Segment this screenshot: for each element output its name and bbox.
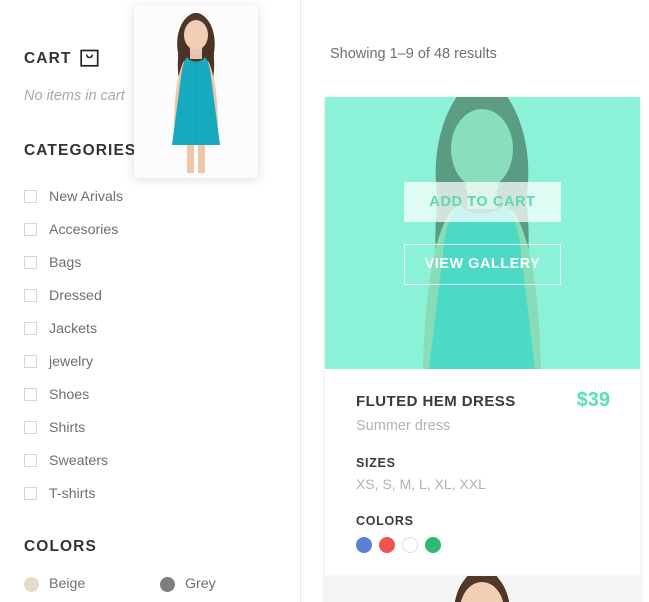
view-gallery-button[interactable]: VIEW GALLERY [404,243,561,285]
category-filter-item[interactable]: Shoes [24,378,300,411]
color-filter-label: Grey [185,576,216,592]
product-hover-actions: ADD TO CART VIEW GALLERY [325,97,640,369]
product-color-dot-white[interactable] [402,537,418,553]
category-filter-list: New Arivals Accesories Bags Dressed Jackets j… [24,180,300,510]
product-listing-page: CART No items in cart CATEGORIES New Ari… [0,0,649,602]
product-color-swatches [356,537,610,553]
category-filter-item[interactable]: Shirts [24,411,300,444]
product-color-dot-blue[interactable] [356,537,372,553]
category-filter-item[interactable]: Dressed [24,279,300,312]
category-checkbox[interactable] [24,190,37,203]
product-subtitle: Summer dress [356,418,451,434]
category-checkbox[interactable] [24,256,37,269]
add-to-cart-button[interactable]: ADD TO CART [404,181,561,222]
category-label: Sweaters [49,452,109,469]
category-label: Accesories [49,221,119,238]
color-filter-item[interactable]: Grey [160,576,296,592]
cart-product-thumbnail[interactable] [134,5,258,178]
category-checkbox[interactable] [24,289,37,302]
category-filter-item[interactable]: jewelry [24,345,300,378]
category-checkbox[interactable] [24,421,37,434]
product-image-next [325,576,640,602]
category-label: New Arivals [49,188,124,205]
category-label: Shirts [49,419,86,436]
product-color-dot-green[interactable] [425,537,441,553]
category-label: Dressed [49,287,102,304]
color-filter-item[interactable]: Beige [24,576,160,592]
product-colors-label: COLORS [356,514,414,528]
color-filter-dot[interactable] [24,576,39,592]
category-filter-item[interactable]: Bags [24,246,300,279]
category-filter-item[interactable]: Sweaters [24,444,300,477]
category-checkbox[interactable] [24,322,37,335]
category-label: T-shirts [49,485,96,502]
product-results-area: Showing 1–9 of 48 results ADD TO CART VI… [301,0,649,602]
product-details: FLUTED HEM DRESS $39 Summer dress SIZES … [325,369,640,579]
category-filter-item[interactable]: Jackets [24,312,300,345]
category-checkbox[interactable] [24,388,37,401]
category-filter-item[interactable]: New Arivals [24,180,300,213]
category-checkbox[interactable] [24,355,37,368]
sizes-value: XS, S, M, L, XL, XXL [356,476,486,492]
color-filter-label: Beige [49,576,86,592]
category-label: Jackets [49,320,98,337]
category-label: Shoes [49,386,90,403]
colors-title: COLORS [24,538,97,555]
product-image-area[interactable]: ADD TO CART VIEW GALLERY [325,97,640,369]
shopping-bag-icon[interactable] [80,46,100,72]
product-name: FLUTED HEM DRESS [356,393,516,410]
product-title-row: FLUTED HEM DRESS $39 [356,389,610,412]
color-filter-list: Beige Grey [24,576,300,592]
product-price: $39 [576,389,610,411]
color-filter-dot[interactable] [160,576,175,592]
product-card[interactable]: ADD TO CART VIEW GALLERY FLUTED HEM DRES… [325,97,640,579]
results-count: Showing 1–9 of 48 results [330,46,497,62]
category-label: jewelry [49,353,94,370]
category-checkbox[interactable] [24,223,37,236]
category-checkbox[interactable] [24,454,37,467]
category-filter-item[interactable]: Accesories [24,213,300,246]
product-color-dot-red[interactable] [379,537,395,553]
product-image-area-next[interactable] [325,576,640,602]
category-filter-item[interactable]: T-shirts [24,477,300,510]
product-card-next[interactable] [325,576,640,602]
sizes-label: SIZES [356,456,396,470]
category-checkbox[interactable] [24,487,37,500]
cart-title: CART [24,50,72,67]
category-label: Bags [49,254,82,271]
